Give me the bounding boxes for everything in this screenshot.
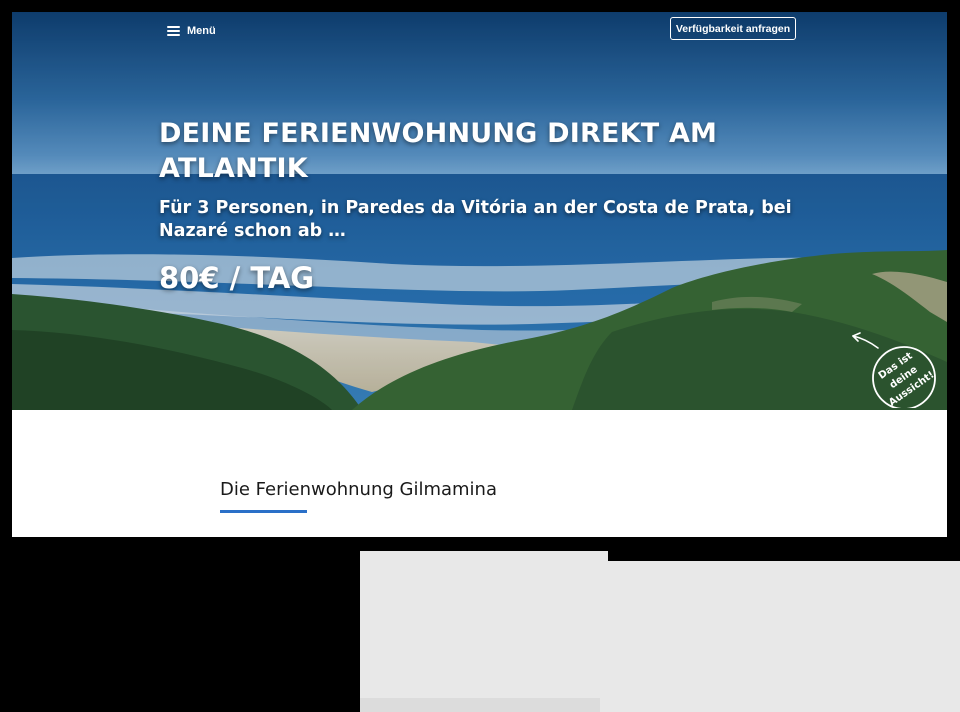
hero-section: Menü Verfügbarkeit anfragen DEINE FERIEN… (12, 12, 947, 410)
intro-section: Die Ferienwohnung Gilmamina (12, 410, 947, 537)
hero-price: 80€ / TAG (159, 261, 315, 295)
top-navigation: Menü Verfügbarkeit anfragen (12, 12, 947, 52)
hamburger-icon (167, 26, 180, 36)
section-title-underline (220, 510, 307, 513)
section-title: Die Ferienwohnung Gilmamina (220, 479, 497, 500)
curved-arrow-icon (852, 332, 879, 349)
menu-button[interactable]: Menü (167, 21, 216, 41)
hero-title: DEINE FERIENWOHNUNG DIREKT AM ATLANTIK (159, 118, 718, 184)
menu-label: Menü (187, 25, 216, 37)
placeholder-bar (360, 698, 600, 712)
placeholder-panel (360, 551, 608, 712)
browser-window: Menü Verfügbarkeit anfragen DEINE FERIEN… (12, 12, 947, 537)
hero-subtitle: Für 3 Personen, in Paredes da Vitória an… (159, 198, 792, 241)
view-badge: Das ist deine Aussicht! (852, 332, 936, 408)
request-availability-button[interactable]: Verfügbarkeit anfragen (670, 17, 796, 40)
placeholder-panel (608, 561, 960, 712)
